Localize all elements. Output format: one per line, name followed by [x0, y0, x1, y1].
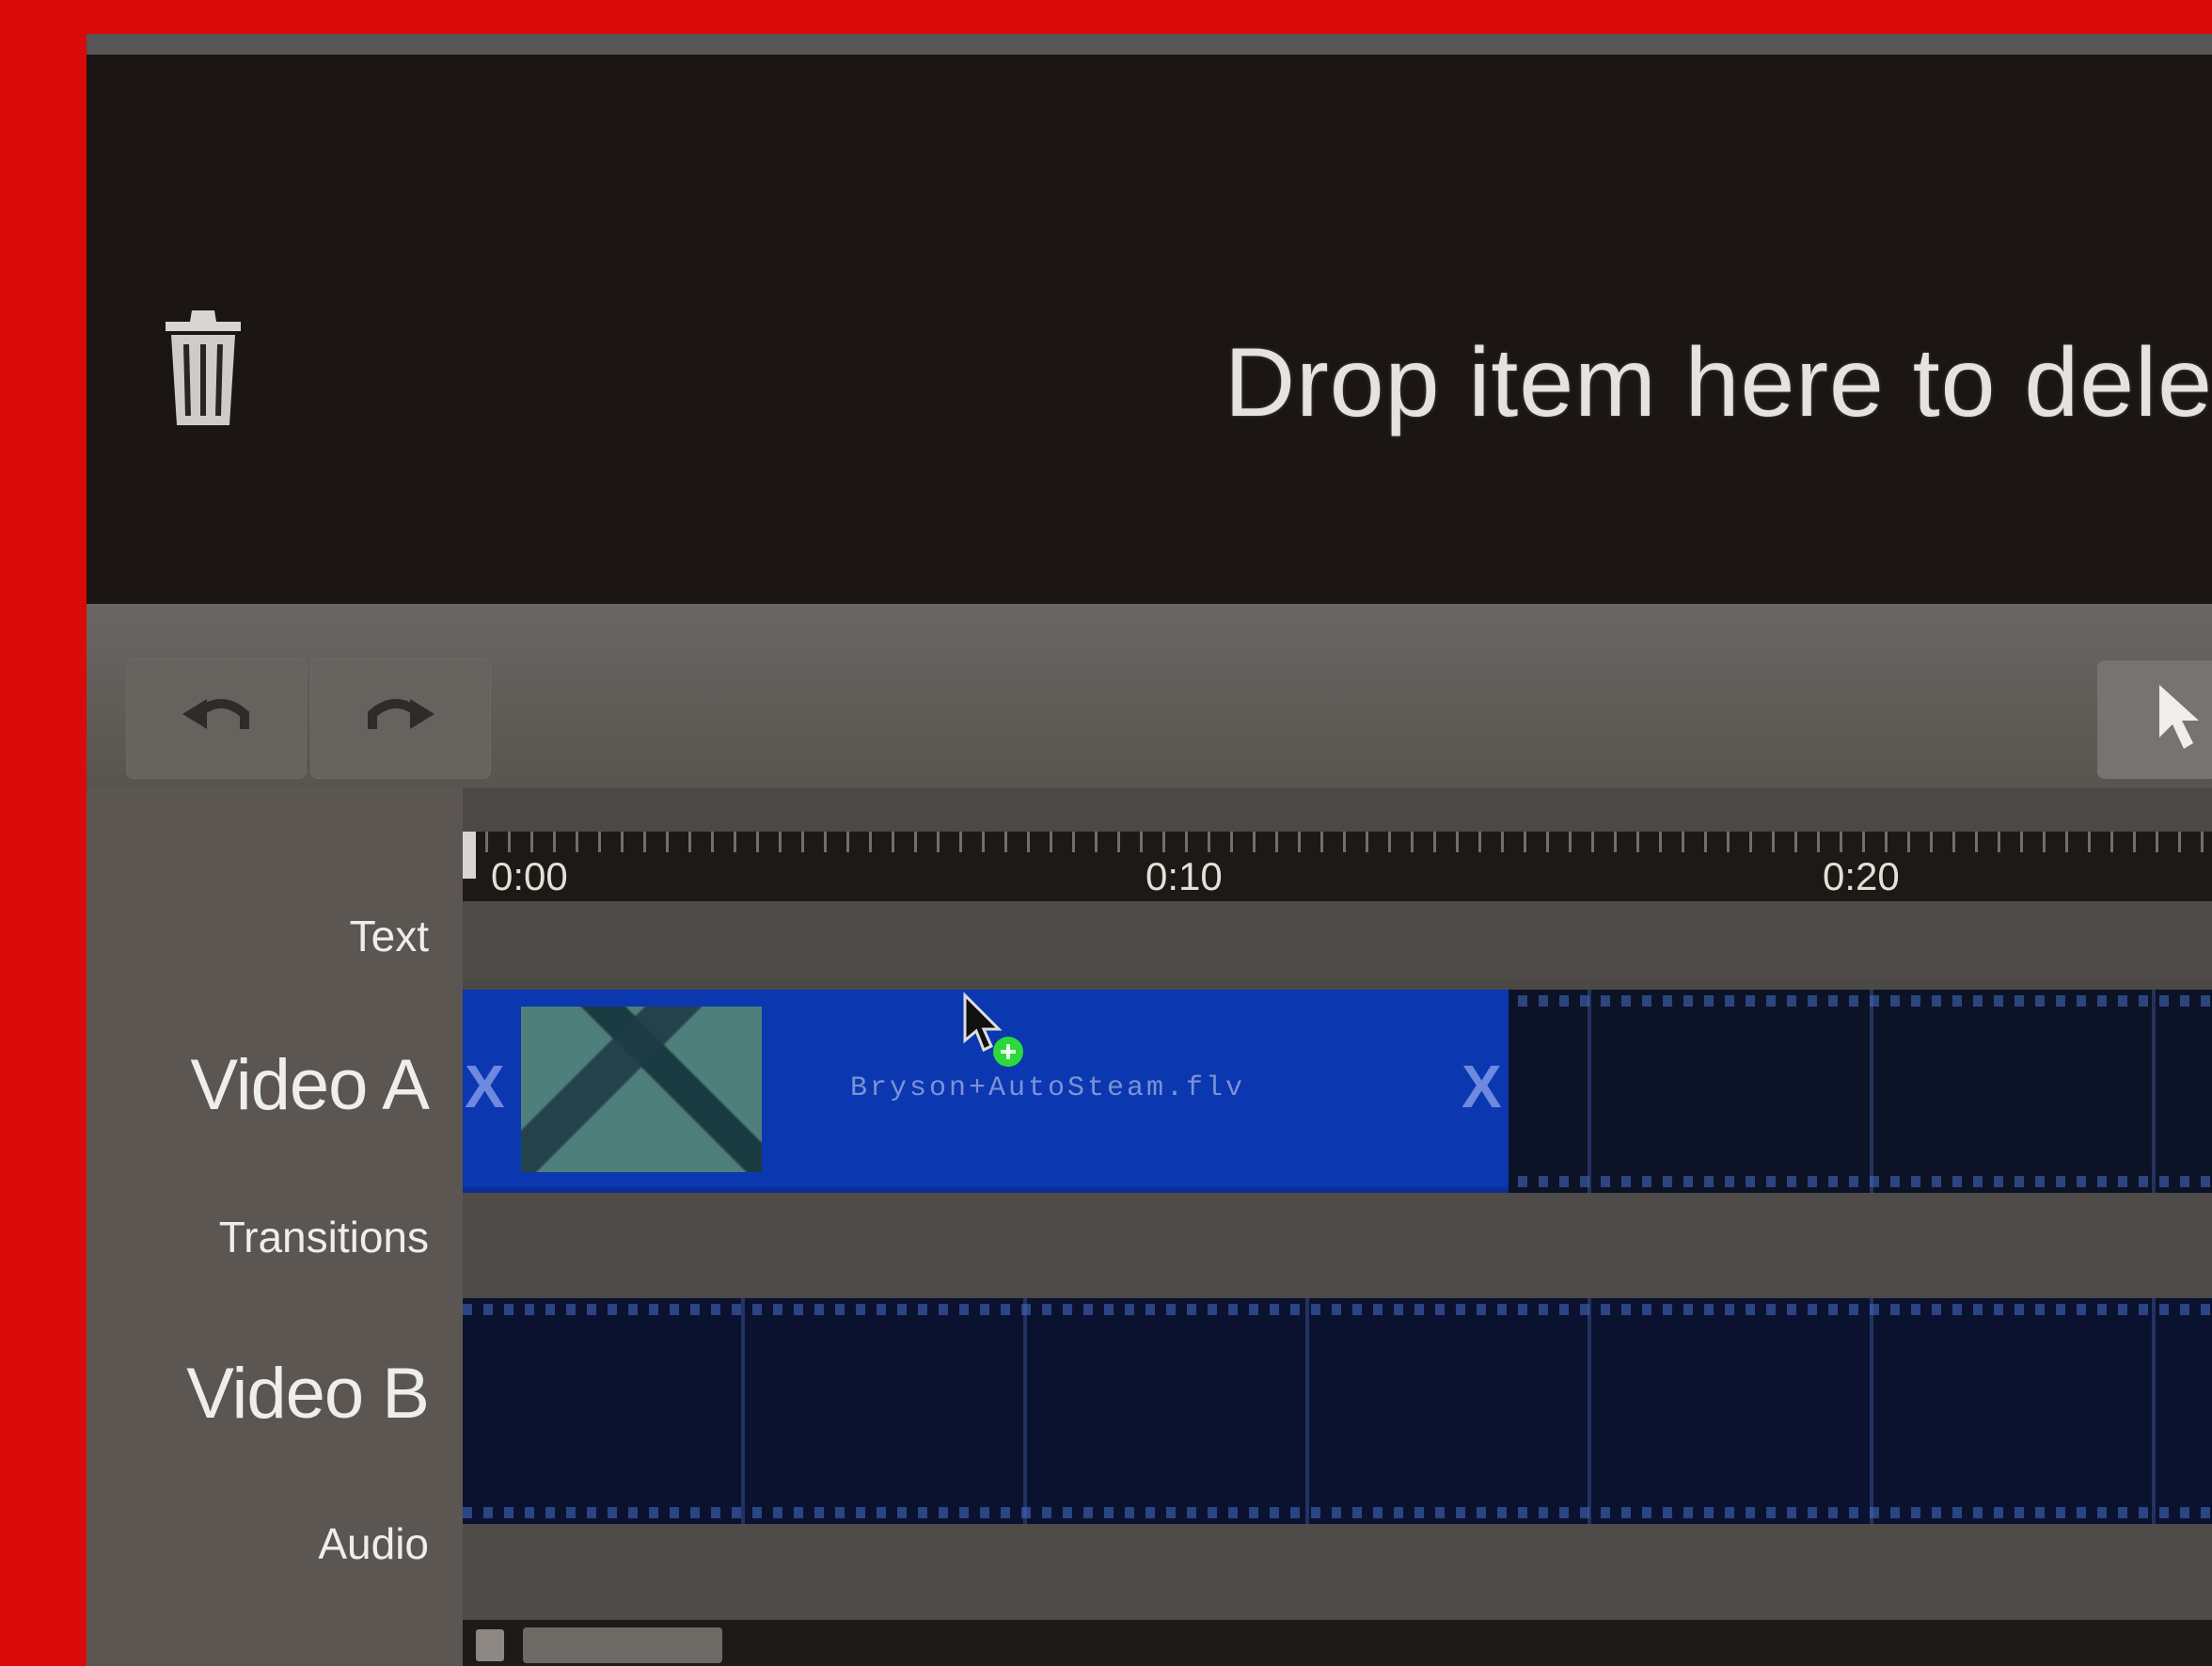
video-editor-window: Drop item here to dele Text Video A Tran… [87, 34, 2212, 1666]
transitions-track[interactable] [463, 1193, 2212, 1296]
timeline-tracks: 0:00 0:10 0:20 X Bryson+AutoSteam.flv X [463, 788, 2212, 1666]
track-label-text: Text [349, 912, 429, 960]
playhead-handle[interactable] [463, 832, 476, 879]
ruler-label: 0:00 [491, 854, 568, 898]
clip-start-handle[interactable]: X [465, 1052, 505, 1121]
drag-copy-cursor-icon [963, 992, 1023, 1067]
timeline-scrollbar[interactable] [463, 1620, 2212, 1666]
window-top-border [87, 34, 2212, 55]
timeline-panel: Text Video A Transitions Video B Audio 0… [87, 604, 2212, 1666]
track-label-video-b: Video B [186, 1354, 430, 1434]
time-ruler[interactable]: 0:00 0:10 0:20 [463, 832, 2212, 901]
scroll-left-button[interactable] [476, 1629, 504, 1661]
drop-to-delete-message: Drop item here to dele [1224, 328, 2212, 437]
ruler-label: 0:10 [1146, 854, 1223, 898]
video-a-track[interactable]: X Bryson+AutoSteam.flv X [463, 990, 2212, 1193]
clip-filename: Bryson+AutoSteam.flv [850, 1072, 1246, 1104]
audio-track[interactable] [463, 1524, 2212, 1618]
track-label-transitions: Transitions [218, 1213, 429, 1261]
select-tool-button[interactable] [2097, 660, 2212, 779]
filmstrip-sprockets [463, 1304, 2212, 1315]
filmstrip-background [463, 1298, 2212, 1524]
track-labels: Text Video A Transitions Video B Audio [87, 788, 463, 1666]
clip-thumbnail [521, 1007, 762, 1172]
trash-icon [166, 310, 241, 425]
cursor-icon [2159, 685, 2199, 749]
delete-drop-zone[interactable]: Drop item here to dele [87, 55, 2212, 630]
clip-remove-button[interactable]: X [1462, 1052, 1502, 1121]
text-track[interactable] [463, 901, 2212, 980]
ruler-label: 0:20 [1823, 854, 1900, 898]
filmstrip-sprockets [463, 1507, 2212, 1518]
scroll-thumb[interactable] [523, 1627, 722, 1663]
video-b-track[interactable] [463, 1298, 2212, 1524]
redo-button[interactable] [310, 658, 491, 779]
redo-icon [368, 699, 434, 729]
undo-button[interactable] [126, 658, 307, 779]
track-label-video-a: Video A [190, 1045, 430, 1125]
timeline-toolbar [87, 604, 2212, 788]
track-label-audio: Audio [318, 1519, 429, 1568]
ruler-ticks [463, 832, 2212, 852]
undo-icon [182, 699, 249, 729]
